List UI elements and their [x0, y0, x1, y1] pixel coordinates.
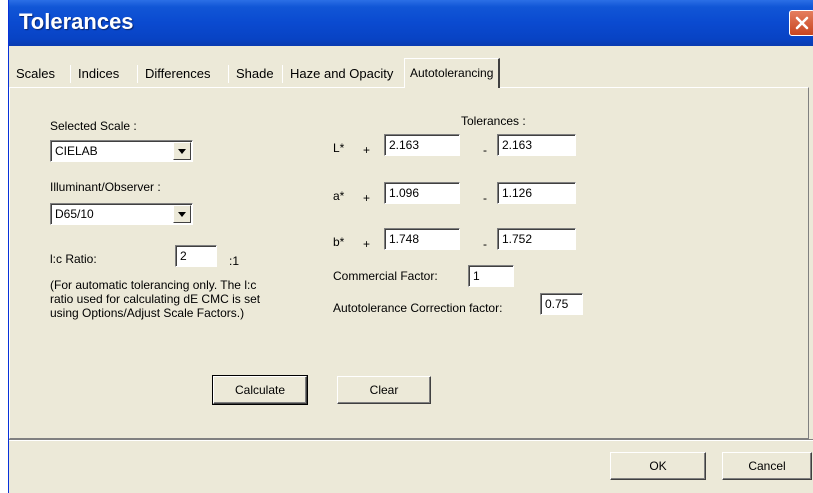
- b-star-plus-input[interactable]: 1.748: [384, 228, 460, 250]
- autotolerance-correction-label: Autotolerance Correction factor:: [333, 301, 503, 315]
- l-star-label: L*: [333, 141, 345, 155]
- b-star-minus-sign: -: [483, 237, 487, 251]
- calculate-button[interactable]: Calculate: [212, 375, 308, 405]
- a-star-plus-sign: +: [363, 191, 371, 205]
- tab-haze-and-opacity[interactable]: Haze and Opacity: [285, 62, 399, 88]
- lc-ratio-suffix: :1: [229, 254, 240, 268]
- chevron-down-icon: [178, 149, 186, 154]
- window-title: Tolerances: [19, 9, 134, 34]
- tab-strip: Scales Indices Differences Shade Haze an…: [9, 58, 813, 88]
- b-star-label: b*: [333, 235, 345, 249]
- tab-scales[interactable]: Scales: [11, 62, 61, 88]
- a-star-label: a*: [333, 189, 345, 203]
- lc-ratio-input[interactable]: 2: [175, 245, 217, 267]
- l-star-minus-sign: -: [483, 143, 487, 157]
- lc-ratio-label: l:c Ratio:: [50, 252, 97, 266]
- illuminant-observer-dropdown-button[interactable]: [173, 205, 191, 223]
- b-star-plus-sign: +: [363, 237, 371, 251]
- illuminant-observer-label: Illuminant/Observer :: [50, 180, 161, 194]
- chevron-down-icon: [178, 212, 186, 217]
- illuminant-observer-value: D65/10: [55, 207, 94, 221]
- tab-separator: [137, 65, 138, 83]
- autotolerancing-panel: Selected Scale : CIELAB Illuminant/Obser…: [9, 87, 809, 439]
- selected-scale-label: Selected Scale :: [50, 119, 137, 133]
- lc-ratio-note: (For automatic tolerancing only. The l:c…: [50, 278, 261, 320]
- l-star-minus-input[interactable]: 2.163: [497, 134, 576, 156]
- tab-separator: [70, 65, 71, 83]
- commercial-factor-label: Commercial Factor:: [333, 269, 438, 283]
- tolerances-dialog: Tolerances Scales Indices Differences Sh…: [8, 0, 813, 493]
- footer-divider: [9, 439, 813, 441]
- l-star-plus-sign: +: [363, 143, 371, 157]
- illuminant-observer-dropdown[interactable]: D65/10: [50, 203, 193, 225]
- tab-autotolerancing[interactable]: Autotolerancing: [404, 58, 501, 88]
- tolerances-header: Tolerances :: [461, 114, 526, 128]
- a-star-minus-sign: -: [483, 191, 487, 205]
- l-star-plus-input[interactable]: 2.163: [384, 134, 460, 156]
- selected-scale-dropdown[interactable]: CIELAB: [50, 140, 193, 162]
- tab-indices[interactable]: Indices: [73, 62, 125, 88]
- selected-scale-dropdown-button[interactable]: [173, 142, 191, 160]
- commercial-factor-input[interactable]: 1: [468, 265, 514, 287]
- clear-button[interactable]: Clear: [337, 376, 431, 404]
- selected-scale-value: CIELAB: [55, 144, 98, 158]
- a-star-plus-input[interactable]: 1.096: [384, 182, 460, 204]
- tab-differences[interactable]: Differences: [140, 62, 216, 88]
- close-button[interactable]: [789, 10, 813, 36]
- cancel-button[interactable]: Cancel: [722, 452, 812, 480]
- tab-shade[interactable]: Shade: [231, 62, 279, 88]
- close-icon: [795, 16, 809, 30]
- b-star-minus-input[interactable]: 1.752: [497, 228, 576, 250]
- title-bar[interactable]: Tolerances: [9, 0, 813, 46]
- tab-separator: [282, 65, 283, 83]
- tab-separator: [228, 65, 229, 83]
- a-star-minus-input[interactable]: 1.126: [497, 182, 576, 204]
- autotolerance-correction-input[interactable]: 0.75: [540, 293, 583, 315]
- ok-button[interactable]: OK: [610, 452, 706, 480]
